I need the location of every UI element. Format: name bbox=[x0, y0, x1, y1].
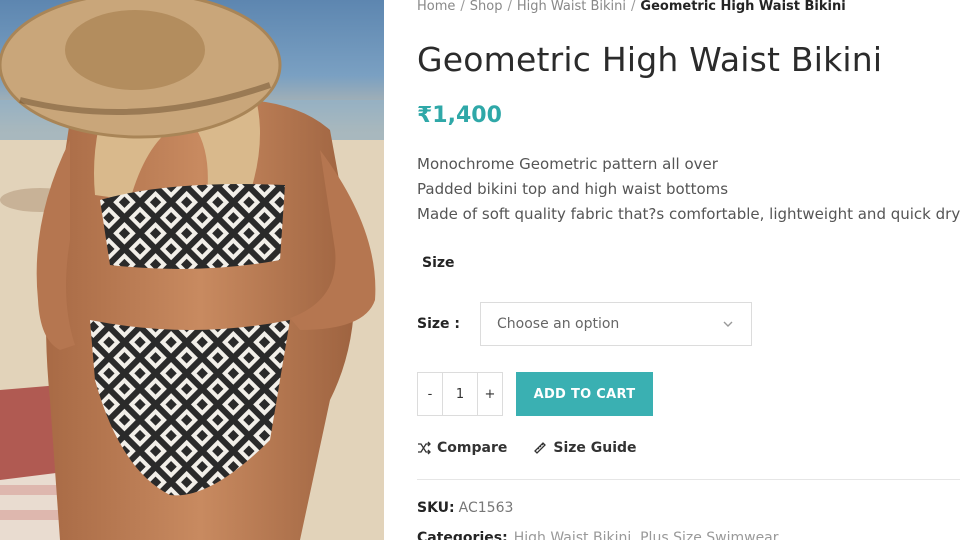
product-description: Monochrome Geometric pattern all over Pa… bbox=[417, 152, 960, 227]
size-heading: Size bbox=[422, 255, 455, 271]
breadcrumb-separator: / bbox=[460, 0, 465, 14]
breadcrumb-separator: / bbox=[631, 0, 636, 14]
size-select[interactable]: Choose an option bbox=[480, 302, 752, 346]
add-to-cart-button[interactable]: ADD TO CART bbox=[516, 372, 653, 416]
breadcrumb-current: Geometric High Waist Bikini bbox=[640, 0, 846, 14]
chevron-down-icon bbox=[723, 321, 733, 327]
categories: Categories: High Waist Bikini, Plus Size … bbox=[417, 530, 779, 540]
sku-label: SKU: bbox=[417, 500, 455, 516]
compare-link[interactable]: Compare bbox=[417, 440, 507, 456]
breadcrumb-home[interactable]: Home bbox=[417, 0, 455, 14]
product-actions: Compare Size Guide bbox=[417, 440, 637, 456]
breadcrumb: Home / Shop / High Waist Bikini / Geometric Hi… bbox=[417, 0, 846, 16]
product-photo-illustration bbox=[0, 0, 384, 540]
quantity-input[interactable]: 1 bbox=[442, 373, 478, 415]
categories-value[interactable]: High Waist Bikini, Plus Size Swimwear bbox=[514, 530, 779, 540]
shuffle-icon bbox=[418, 441, 431, 455]
quantity-stepper: - 1 + bbox=[417, 372, 503, 416]
compare-label: Compare bbox=[437, 440, 508, 456]
breadcrumb-shop[interactable]: Shop bbox=[470, 0, 503, 14]
image-gutter bbox=[384, 0, 388, 540]
categories-label: Categories: bbox=[417, 530, 508, 540]
breadcrumb-separator: / bbox=[507, 0, 512, 14]
divider bbox=[417, 479, 960, 480]
quantity-increase-button[interactable]: + bbox=[478, 373, 502, 415]
sku-value: AC1563 bbox=[458, 500, 514, 516]
size-guide-label: Size Guide bbox=[553, 440, 637, 456]
breadcrumb-category[interactable]: High Waist Bikini bbox=[517, 0, 626, 14]
ruler-icon bbox=[534, 442, 547, 454]
product-image[interactable] bbox=[0, 0, 384, 540]
product-title: Geometric High Waist Bikini bbox=[417, 40, 883, 79]
description-line: Made of soft quality fabric that?s comfo… bbox=[417, 205, 960, 223]
description-line: Monochrome Geometric pattern all over bbox=[417, 155, 718, 173]
quantity-decrease-button[interactable]: - bbox=[418, 373, 442, 415]
size-guide-link[interactable]: Size Guide bbox=[533, 440, 637, 456]
description-line: Padded bikini top and high waist bottoms bbox=[417, 180, 729, 198]
size-select-value: Choose an option bbox=[497, 316, 620, 332]
size-label: Size : bbox=[417, 316, 460, 332]
sku: SKU: AC1563 bbox=[417, 500, 513, 516]
product-price: ₹1,400 bbox=[417, 103, 502, 128]
